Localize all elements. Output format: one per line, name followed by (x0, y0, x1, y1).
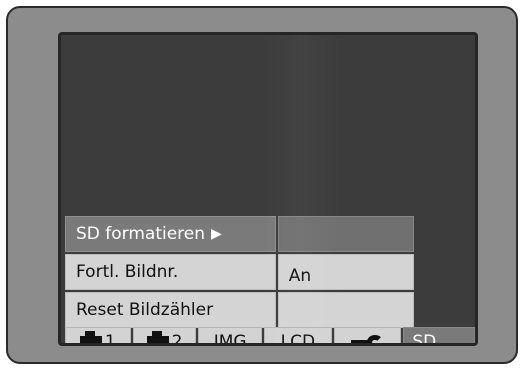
menu-tab-bar: 1 2 IMG LCD SD (65, 327, 475, 346)
tab-label: LCD (280, 332, 316, 346)
menu-item-value (277, 216, 414, 252)
menu-row-continuous-numbering[interactable]: Fortl. Bildnr. An (65, 254, 414, 290)
menu-item-sd-format[interactable]: SD formatieren ▶ (65, 216, 276, 252)
tab-label: SD (412, 332, 437, 346)
menu-row-reset-counter[interactable]: Reset Bildzähler (65, 292, 414, 328)
menu-item-value[interactable]: An (277, 254, 414, 290)
wrench-icon (350, 335, 385, 343)
tab-label: IMG (213, 332, 247, 346)
lcd-screen: SD formatieren ▶ Fortl. Bildnr. An Reset… (58, 32, 478, 346)
tab-setup[interactable] (333, 327, 402, 343)
menu-item-label: Fortl. Bildnr. (76, 262, 179, 282)
tab-sd[interactable]: SD (403, 327, 475, 346)
tab-img[interactable]: IMG (198, 327, 263, 346)
menu-item-label: Reset Bildzähler (76, 300, 214, 320)
tab-label: 1 (104, 332, 116, 346)
settings-menu: SD formatieren ▶ Fortl. Bildnr. An Reset… (65, 216, 414, 328)
menu-item-continuous-numbering[interactable]: Fortl. Bildnr. (65, 254, 276, 290)
submenu-arrow-icon: ▶ (211, 226, 222, 242)
tab-camera-2[interactable]: 2 (132, 327, 197, 346)
camera-bezel: SD formatieren ▶ Fortl. Bildnr. An Reset… (6, 6, 518, 364)
tab-lcd[interactable]: LCD (264, 327, 332, 346)
menu-row-sd-format[interactable]: SD formatieren ▶ (65, 216, 414, 252)
menu-item-value (277, 292, 414, 328)
tab-camera-1[interactable]: 1 (65, 327, 131, 346)
camera-icon (146, 330, 169, 343)
menu-item-label: SD formatieren (76, 224, 206, 244)
camera-icon (79, 330, 102, 343)
menu-item-reset-counter[interactable]: Reset Bildzähler (65, 292, 276, 328)
tab-label: 2 (171, 332, 183, 346)
